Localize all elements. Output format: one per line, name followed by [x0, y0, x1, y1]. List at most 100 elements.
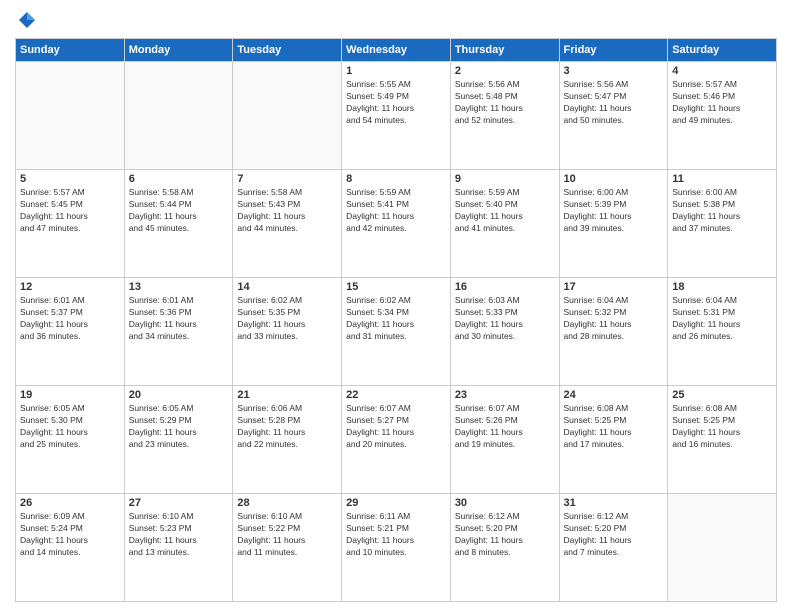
day-info: Sunrise: 6:01 AM Sunset: 5:37 PM Dayligh… [20, 295, 120, 343]
calendar-cell: 4 Sunrise: 5:57 AM Sunset: 5:46 PM Daylig… [668, 62, 777, 170]
calendar-cell: 27Sunrise: 6:10 AM Sunset: 5:23 PM Dayli… [124, 494, 233, 602]
day-number: 12 [20, 281, 120, 293]
day-number: 13 [129, 281, 229, 293]
day-number: 1 [346, 65, 446, 77]
day-number: 25 [672, 389, 772, 401]
day-info: Sunrise: 5:56 AM Sunset: 5:47 PM Dayligh… [564, 79, 664, 127]
day-info: Sunrise: 6:11 AM Sunset: 5:21 PM Dayligh… [346, 511, 446, 559]
day-info: Sunrise: 5:58 AM Sunset: 5:43 PM Dayligh… [237, 187, 337, 235]
weekday-header-row: SundayMondayTuesdayWednesdayThursdayFrid… [16, 39, 777, 62]
day-number: 3 [564, 65, 664, 77]
calendar-cell: 28 Sunrise: 6:10 AM Sunset: 5:22 PM Dayli… [233, 494, 342, 602]
day-info: Sunrise: 6:12 AM Sunset: 5:20 PM Dayligh… [564, 511, 664, 559]
day-info: Sunrise: 5:59 AM Sunset: 5:40 PM Dayligh… [455, 187, 555, 235]
weekday-header-tuesday: Tuesday [233, 39, 342, 62]
day-number: 23 [455, 389, 555, 401]
day-number: 18 [672, 281, 772, 293]
calendar-cell: 10 Sunrise: 6:00 AM Sunset: 5:39 PM Dayli… [559, 170, 668, 278]
day-number: 20 [129, 389, 229, 401]
calendar-cell: 8Sunrise: 5:59 AM Sunset: 5:41 PM Daylig… [342, 170, 451, 278]
calendar-cell [124, 62, 233, 170]
day-number: 15 [346, 281, 446, 293]
day-info: Sunrise: 6:08 AM Sunset: 5:25 PM Dayligh… [672, 403, 772, 451]
day-info: Sunrise: 6:00 AM Sunset: 5:38 PM Dayligh… [672, 187, 772, 235]
day-info: Sunrise: 6:05 AM Sunset: 5:30 PM Dayligh… [20, 403, 120, 451]
day-number: 9 [455, 173, 555, 185]
logo-text [15, 10, 39, 30]
weekday-header-monday: Monday [124, 39, 233, 62]
day-number: 21 [237, 389, 337, 401]
day-info: Sunrise: 6:10 AM Sunset: 5:23 PM Dayligh… [129, 511, 229, 559]
calendar-cell: 5 Sunrise: 5:57 AM Sunset: 5:45 PM Daylig… [16, 170, 125, 278]
day-number: 22 [346, 389, 446, 401]
weekday-header-wednesday: Wednesday [342, 39, 451, 62]
day-number: 8 [346, 173, 446, 185]
day-info: Sunrise: 6:07 AM Sunset: 5:27 PM Dayligh… [346, 403, 446, 451]
day-number: 29 [346, 497, 446, 509]
calendar-cell: 29 Sunrise: 6:11 AM Sunset: 5:21 PM Dayli… [342, 494, 451, 602]
calendar-cell: 16Sunrise: 6:03 AM Sunset: 5:33 PM Dayli… [450, 278, 559, 386]
calendar-week-row-3: 19 Sunrise: 6:05 AM Sunset: 5:30 PM Dayli… [16, 386, 777, 494]
day-info: Sunrise: 6:08 AM Sunset: 5:25 PM Dayligh… [564, 403, 664, 451]
page: SundayMondayTuesdayWednesdayThursdayFrid… [0, 0, 792, 612]
day-info: Sunrise: 6:04 AM Sunset: 5:31 PM Dayligh… [672, 295, 772, 343]
calendar-cell: 25 Sunrise: 6:08 AM Sunset: 5:25 PM Dayli… [668, 386, 777, 494]
weekday-header-friday: Friday [559, 39, 668, 62]
day-info: Sunrise: 6:04 AM Sunset: 5:32 PM Dayligh… [564, 295, 664, 343]
calendar-cell: 12 Sunrise: 6:01 AM Sunset: 5:37 PM Dayli… [16, 278, 125, 386]
calendar-cell: 14 Sunrise: 6:02 AM Sunset: 5:35 PM Dayli… [233, 278, 342, 386]
header [15, 10, 777, 30]
day-info: Sunrise: 6:00 AM Sunset: 5:39 PM Dayligh… [564, 187, 664, 235]
day-number: 2 [455, 65, 555, 77]
calendar-cell: 24Sunrise: 6:08 AM Sunset: 5:25 PM Dayli… [559, 386, 668, 494]
calendar-cell: 30 Sunrise: 6:12 AM Sunset: 5:20 PM Dayli… [450, 494, 559, 602]
day-info: Sunrise: 5:58 AM Sunset: 5:44 PM Dayligh… [129, 187, 229, 235]
calendar-cell: 2 Sunrise: 5:56 AM Sunset: 5:48 PM Daylig… [450, 62, 559, 170]
day-info: Sunrise: 6:02 AM Sunset: 5:34 PM Dayligh… [346, 295, 446, 343]
day-number: 19 [20, 389, 120, 401]
weekday-header-sunday: Sunday [16, 39, 125, 62]
day-number: 28 [237, 497, 337, 509]
calendar-week-row-1: 5 Sunrise: 5:57 AM Sunset: 5:45 PM Daylig… [16, 170, 777, 278]
day-info: Sunrise: 5:57 AM Sunset: 5:46 PM Dayligh… [672, 79, 772, 127]
day-number: 10 [564, 173, 664, 185]
weekday-header-saturday: Saturday [668, 39, 777, 62]
calendar-cell [668, 494, 777, 602]
calendar-cell: 31Sunrise: 6:12 AM Sunset: 5:20 PM Dayli… [559, 494, 668, 602]
day-number: 16 [455, 281, 555, 293]
day-number: 26 [20, 497, 120, 509]
calendar-cell: 11 Sunrise: 6:00 AM Sunset: 5:38 PM Dayli… [668, 170, 777, 278]
day-info: Sunrise: 5:56 AM Sunset: 5:48 PM Dayligh… [455, 79, 555, 127]
weekday-header-thursday: Thursday [450, 39, 559, 62]
calendar-cell: 1 Sunrise: 5:55 AM Sunset: 5:49 PM Daylig… [342, 62, 451, 170]
calendar-cell: 3 Sunrise: 5:56 AM Sunset: 5:47 PM Daylig… [559, 62, 668, 170]
day-number: 4 [672, 65, 772, 77]
day-number: 17 [564, 281, 664, 293]
logo [15, 10, 39, 30]
calendar-cell: 21Sunrise: 6:06 AM Sunset: 5:28 PM Dayli… [233, 386, 342, 494]
day-info: Sunrise: 6:07 AM Sunset: 5:26 PM Dayligh… [455, 403, 555, 451]
calendar-cell: 22 Sunrise: 6:07 AM Sunset: 5:27 PM Dayli… [342, 386, 451, 494]
day-number: 5 [20, 173, 120, 185]
day-info: Sunrise: 6:02 AM Sunset: 5:35 PM Dayligh… [237, 295, 337, 343]
day-number: 30 [455, 497, 555, 509]
day-number: 11 [672, 173, 772, 185]
calendar-week-row-2: 12 Sunrise: 6:01 AM Sunset: 5:37 PM Dayli… [16, 278, 777, 386]
calendar-table: SundayMondayTuesdayWednesdayThursdayFrid… [15, 38, 777, 602]
logo-icon [17, 10, 37, 30]
day-info: Sunrise: 5:55 AM Sunset: 5:49 PM Dayligh… [346, 79, 446, 127]
calendar-cell [233, 62, 342, 170]
calendar-cell: 23 Sunrise: 6:07 AM Sunset: 5:26 PM Dayli… [450, 386, 559, 494]
day-info: Sunrise: 6:10 AM Sunset: 5:22 PM Dayligh… [237, 511, 337, 559]
calendar-week-row-0: 1 Sunrise: 5:55 AM Sunset: 5:49 PM Daylig… [16, 62, 777, 170]
calendar-cell: 18 Sunrise: 6:04 AM Sunset: 5:31 PM Dayli… [668, 278, 777, 386]
day-info: Sunrise: 6:09 AM Sunset: 5:24 PM Dayligh… [20, 511, 120, 559]
day-info: Sunrise: 6:12 AM Sunset: 5:20 PM Dayligh… [455, 511, 555, 559]
day-number: 14 [237, 281, 337, 293]
day-info: Sunrise: 6:01 AM Sunset: 5:36 PM Dayligh… [129, 295, 229, 343]
calendar-week-row-4: 26 Sunrise: 6:09 AM Sunset: 5:24 PM Dayli… [16, 494, 777, 602]
calendar-cell: 20 Sunrise: 6:05 AM Sunset: 5:29 PM Dayli… [124, 386, 233, 494]
calendar-cell: 13 Sunrise: 6:01 AM Sunset: 5:36 PM Dayli… [124, 278, 233, 386]
day-info: Sunrise: 5:57 AM Sunset: 5:45 PM Dayligh… [20, 187, 120, 235]
day-info: Sunrise: 6:05 AM Sunset: 5:29 PM Dayligh… [129, 403, 229, 451]
